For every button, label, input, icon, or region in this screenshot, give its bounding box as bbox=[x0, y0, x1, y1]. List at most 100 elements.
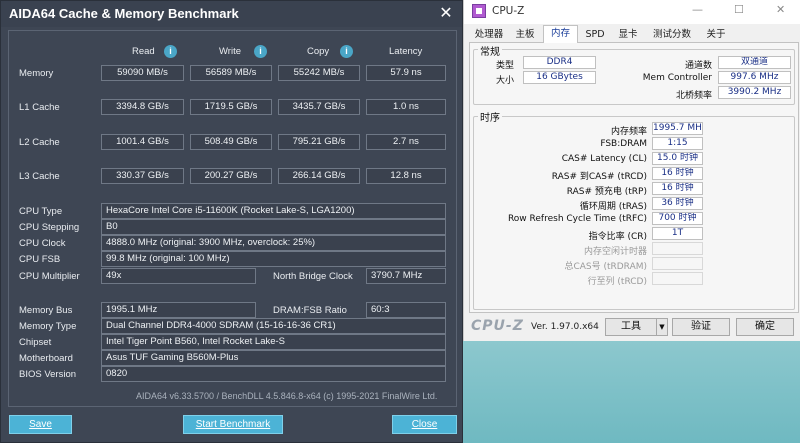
save-button-label: Save bbox=[29, 419, 52, 430]
cpuz-tab-bar: 处理器 主板 内存 SPD 显卡 测试分数 关于 bbox=[469, 25, 799, 44]
write-info-icon[interactable]: i bbox=[254, 45, 267, 58]
bios-version-label: BIOS Version bbox=[19, 369, 77, 380]
tab-bench[interactable]: 测试分数 bbox=[647, 26, 697, 43]
channels-label: 通道数 bbox=[684, 61, 712, 71]
cpu-fsb-value: 99.8 MHz (original: 100 MHz) bbox=[101, 251, 446, 267]
l3-write-value: 200.27 GB/s bbox=[190, 168, 272, 184]
memory-type-value: Dual Channel DDR4-4000 SDRAM (15-16-16-3… bbox=[101, 318, 446, 334]
cpuz-window: CPU-Z — ☐ ✕ 处理器 主板 内存 SPD 显卡 测试分数 关于 常规 … bbox=[463, 0, 800, 341]
aida-window-title: AIDA64 Cache & Memory Benchmark bbox=[9, 6, 239, 21]
tab-cpu[interactable]: 处理器 bbox=[470, 26, 508, 43]
row-label-l1: L1 Cache bbox=[19, 102, 60, 113]
tab-mainboard[interactable]: 主板 bbox=[510, 26, 540, 43]
cpuz-close-icon[interactable]: ✕ bbox=[776, 3, 785, 16]
cpu-type-value: HexaCore Intel Core i5-11600K (Rocket La… bbox=[101, 203, 446, 219]
tab-about[interactable]: 关于 bbox=[701, 26, 731, 43]
read-info-icon[interactable]: i bbox=[164, 45, 177, 58]
minimize-icon[interactable]: — bbox=[692, 3, 703, 16]
ok-button[interactable]: 确定 bbox=[736, 318, 794, 336]
cpuz-window-title: CPU-Z bbox=[492, 5, 525, 17]
north-bridge-clock-value: 3790.7 MHz bbox=[366, 268, 446, 284]
cas-latency-label: CAS# Latency (CL) bbox=[561, 154, 647, 164]
cas-latency-value: 15.0 时钟 bbox=[652, 152, 703, 165]
command-rate-label: 指令比率 (CR) bbox=[588, 232, 647, 242]
trfc-label: Row Refresh Cycle Time (tRFC) bbox=[507, 214, 647, 224]
trfc-value: 700 时钟 bbox=[652, 212, 703, 225]
header-latency: Latency bbox=[389, 46, 423, 57]
cpu-clock-value: 4888.0 MHz (original: 3900 MHz, overcloc… bbox=[101, 235, 446, 251]
chipset-value: Intel Tiger Point B560, Intel Rocket Lak… bbox=[101, 334, 446, 350]
cpu-clock-label: CPU Clock bbox=[19, 238, 66, 249]
l3-read-value: 330.37 GB/s bbox=[101, 168, 184, 184]
total-cas-label: 总CAS号 (tRDRAM) bbox=[564, 262, 647, 272]
memory-write-value: 56589 MB/s bbox=[190, 65, 272, 81]
command-rate-value: 1T bbox=[652, 227, 703, 240]
row-label-l3: L3 Cache bbox=[19, 171, 60, 182]
close-button[interactable]: Close bbox=[392, 415, 457, 434]
start-benchmark-button[interactable]: Start Benchmark bbox=[183, 415, 283, 434]
save-button[interactable]: Save bbox=[9, 415, 72, 434]
close-button-label: Close bbox=[411, 419, 438, 430]
dram-idle-timer-label: 内存空闲计时器 bbox=[583, 247, 647, 257]
tab-memory[interactable]: 内存 bbox=[543, 25, 578, 44]
northbridge-freq-label: 北桥频率 bbox=[675, 91, 712, 101]
memory-type-label: Memory Type bbox=[19, 321, 77, 332]
tras-value: 36 时钟 bbox=[652, 197, 703, 210]
tab-graphics[interactable]: 显卡 bbox=[613, 26, 643, 43]
l1-write-value: 1719.5 GB/s bbox=[190, 99, 272, 115]
size-label: 大小 bbox=[495, 76, 514, 86]
cpuz-titlebar: CPU-Z — ☐ ✕ bbox=[464, 0, 800, 24]
memory-copy-value: 55242 MB/s bbox=[278, 65, 360, 81]
l2-read-value: 1001.4 GB/s bbox=[101, 134, 184, 150]
aida-close-icon[interactable]: ✕ bbox=[435, 3, 457, 23]
channels-value: 双通道 bbox=[718, 56, 791, 69]
dram-frequency-label: 内存频率 bbox=[610, 127, 647, 137]
trcd-label: RAS# 到CAS# (tRCD) bbox=[551, 172, 647, 182]
bios-version-value: 0820 bbox=[101, 366, 446, 382]
tools-button[interactable]: 工具 bbox=[605, 318, 657, 336]
north-bridge-clock-label: North Bridge Clock bbox=[273, 271, 353, 282]
start-benchmark-label: Start Benchmark bbox=[195, 419, 271, 430]
cpuz-memory-page: 常规 类型 DDR4 大小 16 GBytes 通道数 双通道 Mem Cont… bbox=[469, 43, 799, 313]
row-to-column-label: 行至列 (tRCD) bbox=[587, 277, 647, 287]
type-value: DDR4 bbox=[523, 56, 596, 69]
northbridge-freq-value: 3990.2 MHz bbox=[718, 86, 791, 99]
aida-titlebar: AIDA64 Cache & Memory Benchmark ✕ bbox=[1, 1, 462, 27]
trp-label: RAS# 预充电 (tRP) bbox=[566, 187, 647, 197]
general-group-title: 常规 bbox=[478, 43, 502, 58]
cpu-type-label: CPU Type bbox=[19, 206, 63, 217]
l2-latency-value: 2.7 ns bbox=[366, 134, 446, 150]
l2-write-value: 508.49 GB/s bbox=[190, 134, 272, 150]
motherboard-value: Asus TUF Gaming B560M-Plus bbox=[101, 350, 446, 366]
row-to-column-value bbox=[652, 272, 703, 285]
memory-read-value: 59090 MB/s bbox=[101, 65, 184, 81]
copy-info-icon[interactable]: i bbox=[340, 45, 353, 58]
dram-fsb-ratio-label: DRAM:FSB Ratio bbox=[273, 305, 347, 316]
cpu-stepping-label: CPU Stepping bbox=[19, 222, 80, 233]
maximize-icon[interactable]: ☐ bbox=[734, 3, 744, 16]
l3-copy-value: 266.14 GB/s bbox=[278, 168, 360, 184]
l1-copy-value: 3435.7 GB/s bbox=[278, 99, 360, 115]
fsb-dram-label: FSB:DRAM bbox=[600, 139, 647, 149]
trcd-value: 16 时钟 bbox=[652, 167, 703, 180]
tools-dropdown-icon[interactable]: ▼ bbox=[656, 318, 668, 336]
validate-button[interactable]: 验证 bbox=[672, 318, 730, 336]
cpu-stepping-value: B0 bbox=[101, 219, 446, 235]
tab-spd[interactable]: SPD bbox=[581, 26, 609, 43]
cpu-multiplier-value: 49x bbox=[101, 268, 256, 284]
timings-group-title: 时序 bbox=[478, 109, 502, 124]
dram-idle-timer-value bbox=[652, 242, 703, 255]
header-copy: Copy bbox=[307, 46, 330, 57]
memory-bus-value: 1995.1 MHz bbox=[101, 302, 256, 318]
dram-frequency-value: 1995.7 MHz bbox=[652, 122, 703, 135]
cpuz-app-icon bbox=[472, 4, 486, 18]
l2-copy-value: 795.21 GB/s bbox=[278, 134, 360, 150]
mem-controller-label: Mem Controller bbox=[642, 73, 712, 83]
type-label: 类型 bbox=[495, 61, 514, 71]
memory-latency-value: 57.9 ns bbox=[366, 65, 446, 81]
cpuz-bottom-bar: CPU-Z Ver. 1.97.0.x64 工具 ▼ 验证 确定 bbox=[464, 314, 800, 341]
l1-read-value: 3394.8 GB/s bbox=[101, 99, 184, 115]
dram-fsb-ratio-value: 60:3 bbox=[366, 302, 446, 318]
cpu-fsb-label: CPU FSB bbox=[19, 254, 61, 265]
row-label-l2: L2 Cache bbox=[19, 137, 60, 148]
